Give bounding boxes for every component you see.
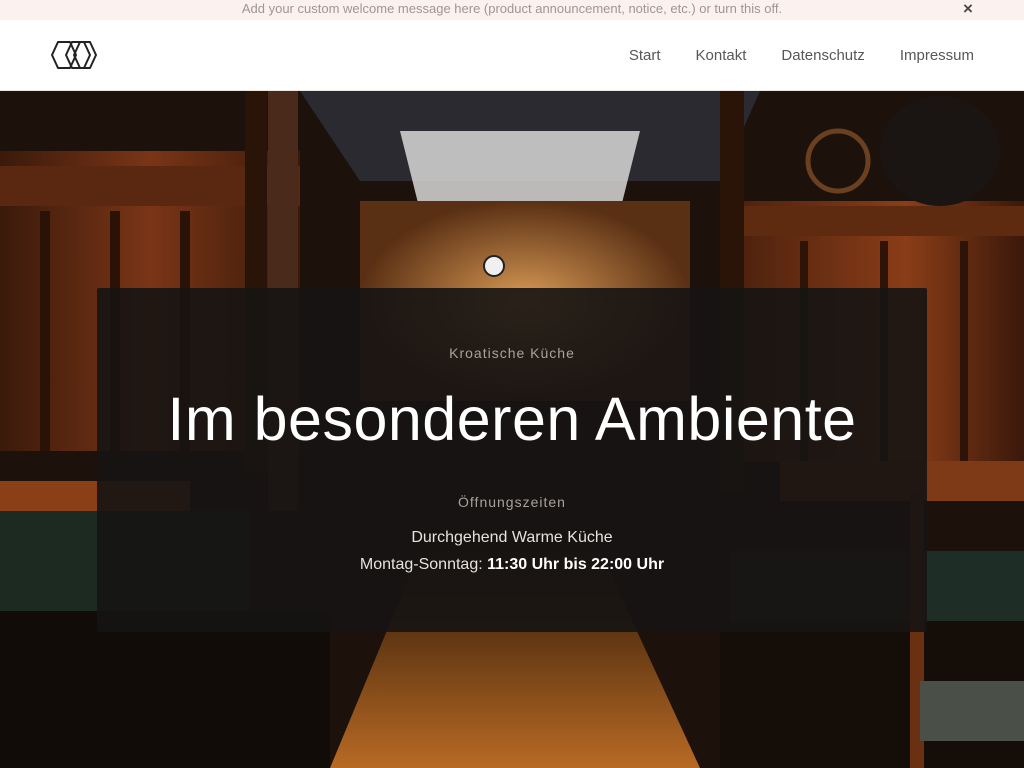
nav-datenschutz[interactable]: Datenschutz <box>781 47 864 64</box>
hero-kicker: Kroatische Küche <box>449 345 575 361</box>
site-header: Start Kontakt Datenschutz Impressum <box>0 20 1024 91</box>
hero-section: Kroatische Küche Im besonderen Ambiente … <box>0 91 1024 768</box>
announcement-bar: Add your custom welcome message here (pr… <box>0 0 1024 20</box>
opening-hours-text: Montag-Sonntag: 11:30 Uhr bis 22:00 Uhr <box>97 556 927 574</box>
main-nav: Start Kontakt Datenschutz Impressum <box>594 20 974 90</box>
hero-headline: Im besonderen Ambiente <box>167 385 857 453</box>
opening-days: Montag-Sonntag: <box>359 556 488 573</box>
info-panel: Kroatische Küche Im besonderen Ambiente … <box>97 288 927 632</box>
nav-impressum[interactable]: Impressum <box>900 47 974 64</box>
announcement-text: Add your custom welcome message here (pr… <box>241 1 783 16</box>
kitchen-note: Durchgehend Warme Küche <box>411 529 613 546</box>
opening-hours-label: Öffnungszeiten <box>458 494 566 510</box>
hexagon-logo-icon[interactable] <box>50 40 98 70</box>
close-announcement-button[interactable]: × <box>960 0 976 18</box>
opening-times: 11:30 Uhr bis 22:00 Uhr <box>487 556 665 573</box>
nav-start[interactable]: Start <box>629 47 661 64</box>
nav-kontakt[interactable]: Kontakt <box>696 47 747 64</box>
